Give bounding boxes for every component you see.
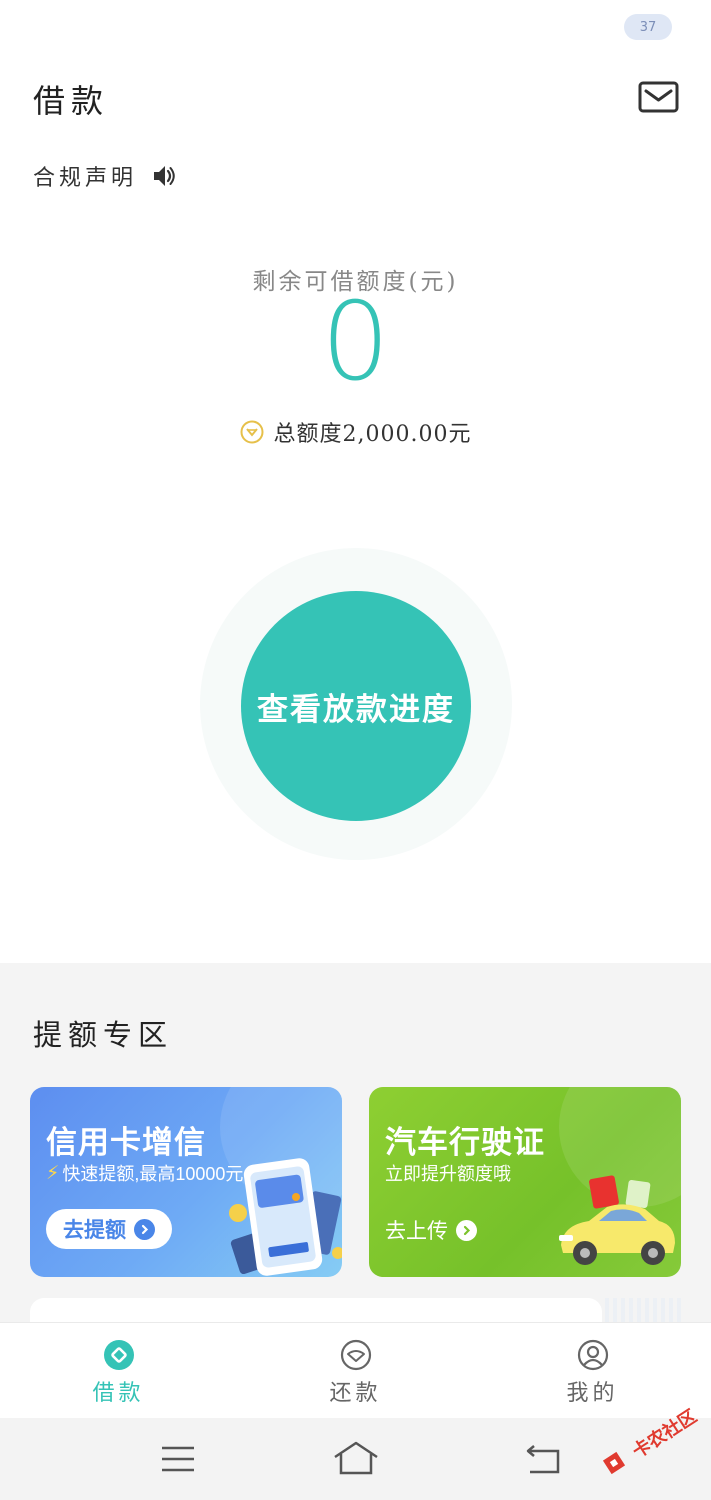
tab-profile-label: 我的 xyxy=(566,1381,619,1406)
total-quota-text: 总额度2,000.00元 xyxy=(273,422,472,447)
car-illustration xyxy=(559,1175,675,1265)
chevron-right-icon xyxy=(456,1219,477,1241)
card-title: 汽车行驶证 xyxy=(385,1125,545,1160)
menu-icon[interactable] xyxy=(160,1444,196,1474)
chevron-right-icon xyxy=(134,1218,155,1240)
card-subtitle: ⚡ 快速提额,最高10000元 xyxy=(46,1160,243,1186)
back-icon[interactable] xyxy=(524,1442,562,1476)
card-subtitle: 立即提升额度哦 xyxy=(385,1164,511,1184)
total-quota: 总额度2,000.00元 xyxy=(0,416,711,448)
view-loan-progress-button[interactable]: 查看放款进度 xyxy=(241,591,471,821)
boost-quota-label: 去提额 xyxy=(63,1219,126,1242)
home-icon[interactable] xyxy=(332,1440,380,1476)
upload-button[interactable]: 去上传 xyxy=(385,1215,477,1245)
profile-tab-icon xyxy=(577,1339,608,1371)
boost-quota-button[interactable]: 去提额 xyxy=(46,1209,172,1249)
total-quota-icon xyxy=(240,420,263,444)
repay-tab-icon xyxy=(340,1339,371,1371)
card-subtitle-text: 快速提额,最高10000元 xyxy=(62,1164,244,1184)
mail-icon xyxy=(638,81,679,113)
tab-loan-label: 借款 xyxy=(92,1381,145,1406)
speaker-icon xyxy=(154,166,175,186)
credit-card-boost-card[interactable]: 信用卡增信 ⚡ 快速提额,最高10000元 去提额 xyxy=(30,1087,342,1277)
tab-loan[interactable]: 借款 xyxy=(0,1323,237,1419)
phone-credit-card-illustration xyxy=(229,1158,342,1276)
tab-repay[interactable]: 还款 xyxy=(237,1323,474,1419)
compliance-statement-link[interactable]: 合规声明 xyxy=(33,160,177,192)
vehicle-license-card[interactable]: 汽车行驶证 立即提升额度哦 去上传 xyxy=(369,1087,681,1277)
mail-button[interactable] xyxy=(638,80,680,114)
loan-tab-icon xyxy=(103,1340,134,1370)
compliance-label: 合规声明 xyxy=(33,166,138,191)
lightning-icon: ⚡ xyxy=(46,1162,60,1184)
card-title: 信用卡增信 xyxy=(46,1125,206,1160)
tab-repay-label: 还款 xyxy=(329,1381,382,1406)
status-badge: 37 xyxy=(624,14,672,40)
page-title: 借款 xyxy=(33,82,110,120)
remaining-quota-value: 0 xyxy=(321,280,390,405)
upload-label: 去上传 xyxy=(385,1220,448,1243)
promo-section-title: 提额专区 xyxy=(33,1018,174,1052)
